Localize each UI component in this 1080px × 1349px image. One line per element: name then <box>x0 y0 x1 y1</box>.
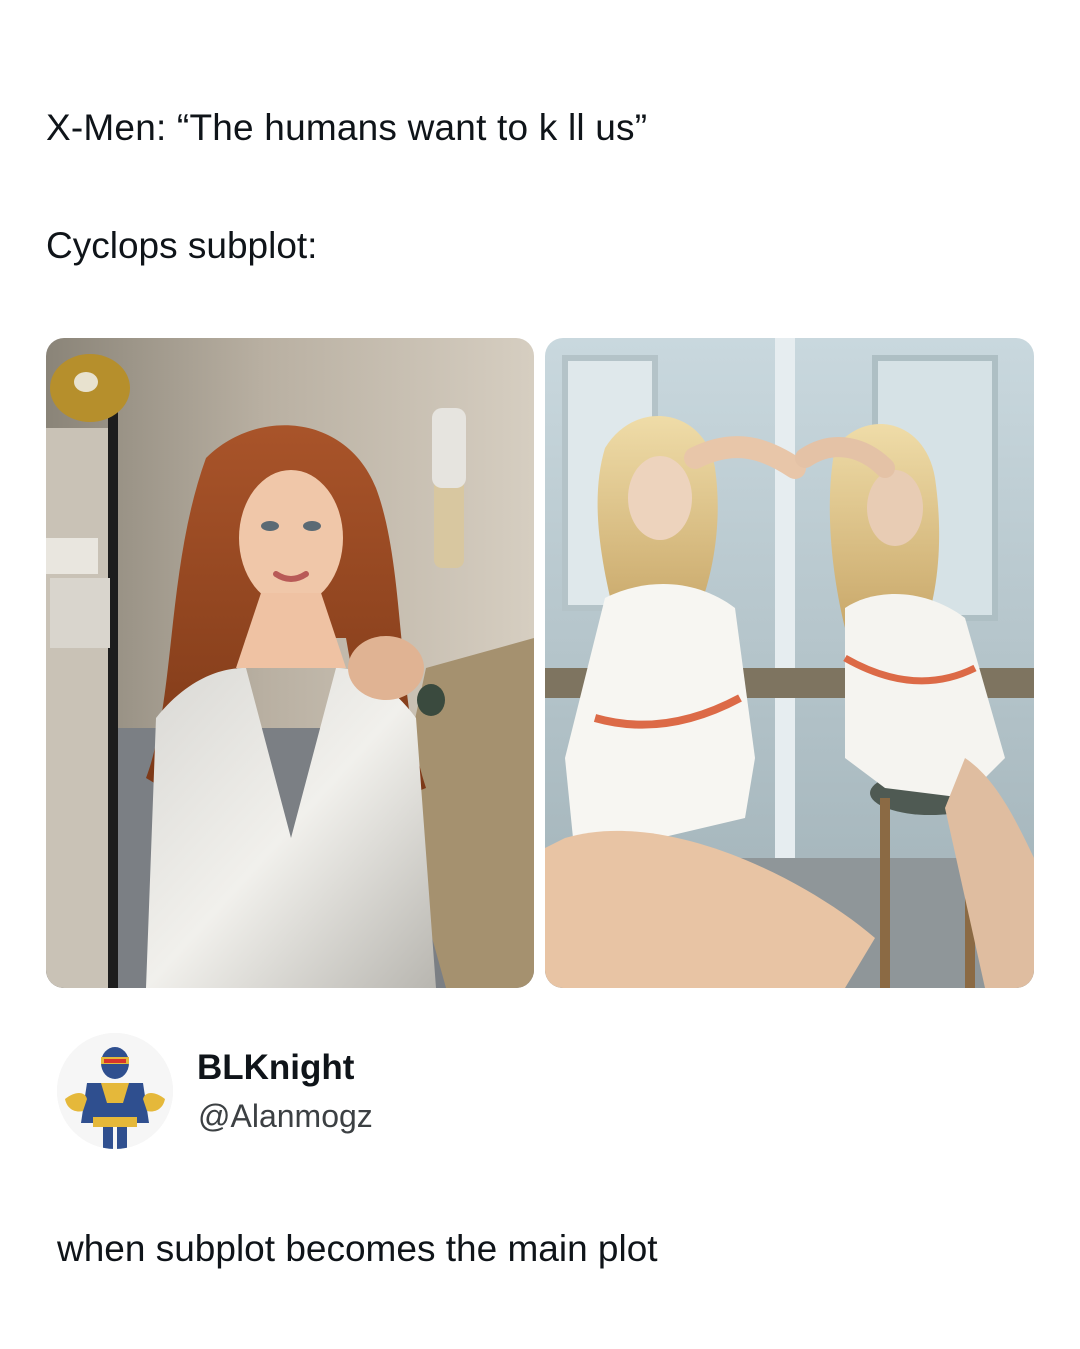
photo-right-illustration <box>545 338 1034 988</box>
photo-left[interactable] <box>46 338 534 988</box>
avatar[interactable] <box>57 1033 173 1149</box>
photo-left-illustration <box>46 338 534 988</box>
cyclops-avatar-icon <box>57 1033 173 1149</box>
user-handle[interactable]: @Alanmogz <box>198 1095 373 1137</box>
post-text-line-2: Cyclops subplot: <box>46 225 318 266</box>
reply-text: when subplot becomes the main plot <box>57 1228 658 1269</box>
post-text-line-1: X-Men: “The humans want to k ll us” <box>46 107 648 148</box>
display-name[interactable]: BLKnight <box>197 1046 354 1090</box>
photo-right[interactable] <box>545 338 1034 988</box>
